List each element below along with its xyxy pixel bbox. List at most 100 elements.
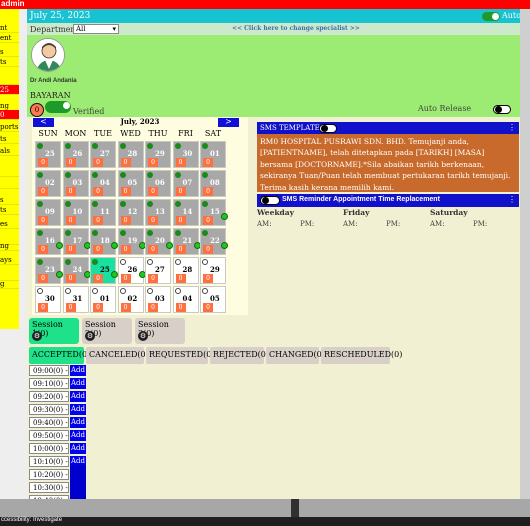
appointment-count-badge[interactable]: 0 (203, 216, 213, 225)
settings-icon[interactable]: ⚙ (85, 331, 95, 341)
appointment-count-badge[interactable]: 0 (175, 216, 186, 225)
calendar-day-cell[interactable]: 20 0 (145, 228, 173, 255)
appointment-count-badge[interactable]: 0 (65, 187, 76, 196)
calendar-day-cell[interactable]: 31 0 (62, 286, 89, 313)
calendar-day-cell[interactable]: 09 0 (35, 199, 61, 226)
sidebar-item[interactable]: nt (0, 23, 19, 33)
appointment-count-badge[interactable]: 0 (93, 158, 103, 167)
appointment-count-badge[interactable]: 0 (65, 216, 76, 225)
calendar-day-cell[interactable]: 08 0 (200, 170, 226, 197)
calendar-day-cell[interactable]: 30 0 (35, 286, 61, 313)
appointment-count-badge[interactable]: 0 (203, 158, 213, 167)
sidebar-item[interactable] (0, 75, 19, 85)
appointment-count-badge[interactable]: 0 (38, 216, 48, 225)
time-slot[interactable]: 09:00(0) -- (29, 365, 69, 385)
calendar-day-cell[interactable]: 30 0 (172, 141, 199, 168)
sidebar-item[interactable]: ts (0, 57, 19, 67)
sidebar-item[interactable] (0, 167, 19, 177)
add-button[interactable]: Add (70, 378, 86, 389)
appointment-count-badge[interactable]: 0 (175, 303, 186, 312)
appointment-count-badge[interactable]: 0 (65, 245, 76, 254)
page-scrollbar[interactable] (520, 9, 530, 499)
appointment-count-badge[interactable]: 0 (120, 158, 131, 167)
sms-template-text[interactable]: RM0 HOSPITAL PUSRAWI SDN. BHD. Temujanji… (257, 134, 519, 192)
session-tab[interactable]: Session 3(0)⚙ (135, 318, 185, 344)
calendar-day-cell[interactable]: 05 0 (117, 170, 144, 197)
verified-toggle[interactable] (45, 101, 71, 113)
status-tab[interactable]: CHANGED(0) (266, 347, 325, 364)
calendar-day-cell[interactable]: 28 0 (117, 141, 144, 168)
appointment-count-badge[interactable]: 0 (65, 158, 76, 167)
sidebar-item[interactable]: ts (0, 205, 19, 215)
appointment-count-badge[interactable]: 0 (175, 274, 186, 283)
appointment-count-badge[interactable]: 0 (65, 274, 76, 283)
time-slot[interactable]: 09:40(0) -- (29, 417, 69, 437)
calendar-day-cell[interactable]: 27 0 (145, 257, 171, 284)
appointment-count-badge[interactable]: 0 (148, 216, 158, 225)
auto-toggle[interactable] (482, 12, 500, 21)
calendar-day-cell[interactable]: 01 0 (200, 141, 226, 168)
appointment-count-badge[interactable]: 0 (148, 274, 158, 283)
calendar-day-cell[interactable]: 29 0 (145, 141, 171, 168)
calendar-day-cell[interactable]: 15 0 (200, 199, 228, 226)
next-month-button[interactable]: > (218, 118, 239, 127)
appointment-count-badge[interactable]: 0 (38, 158, 48, 167)
calendar-day-cell[interactable]: 03 0 (145, 286, 171, 313)
appointment-count-badge[interactable]: 0 (120, 274, 131, 283)
calendar-day-cell[interactable]: 04 0 (90, 170, 116, 197)
add-button[interactable]: Add (70, 417, 86, 428)
prev-month-button[interactable]: < (33, 118, 54, 127)
calendar-day-cell[interactable]: 17 0 (62, 228, 91, 255)
sidebar-item[interactable]: g (0, 279, 19, 289)
time-slot[interactable]: 09:30(0) -- (29, 404, 69, 424)
calendar-day-cell[interactable]: 25 0 (90, 257, 118, 284)
sidebar-item[interactable]: s (0, 47, 19, 57)
sidebar-item[interactable]: ports (0, 122, 19, 132)
calendar-day-cell[interactable]: 14 0 (172, 199, 199, 226)
appointment-count-badge[interactable]: 0 (120, 216, 131, 225)
appointment-count-badge[interactable]: 0 (148, 158, 158, 167)
sidebar-item[interactable]: 25 (0, 85, 19, 95)
appointment-count-badge[interactable]: 0 (175, 158, 186, 167)
appointment-count-badge[interactable]: 0 (120, 187, 131, 196)
sidebar-item[interactable]: als (0, 146, 19, 156)
session-tab[interactable]: Session 2(0)⚙ (82, 318, 132, 344)
appointment-count-badge[interactable]: 0 (93, 274, 103, 283)
time-slot[interactable]: 09:10(0) -- (29, 378, 69, 398)
change-specialist-link[interactable]: << Click here to change specialist >> (232, 25, 360, 32)
time-slot[interactable]: 10:10(0) -- (29, 456, 69, 476)
sidebar-item[interactable]: s (0, 195, 19, 205)
calendar-day-cell[interactable]: 12 0 (117, 199, 144, 226)
settings-icon[interactable]: ⚙ (32, 331, 42, 341)
appointment-count-badge[interactable]: 0 (120, 303, 131, 312)
appointment-count-badge[interactable]: 0 (38, 274, 48, 283)
appointment-count-badge[interactable]: 0 (148, 303, 158, 312)
sms-reminder-toggle[interactable] (260, 196, 280, 205)
calendar-day-cell[interactable]: 16 0 (35, 228, 63, 255)
add-button[interactable]: Add (70, 404, 86, 415)
appointment-count-badge[interactable]: 0 (38, 245, 48, 254)
calendar-day-cell[interactable]: 02 0 (35, 170, 61, 197)
time-slot[interactable]: 09:50(0) -- (29, 430, 69, 450)
calendar-day-cell[interactable]: 02 0 (117, 286, 144, 313)
calendar-day-cell[interactable]: 18 0 (90, 228, 118, 255)
status-tab[interactable]: RESCHEDULED(0) (321, 347, 402, 364)
sidebar-item[interactable]: ts (0, 134, 19, 144)
appointment-count-badge[interactable]: 0 (148, 187, 158, 196)
calendar-day-cell[interactable]: 10 0 (62, 199, 89, 226)
settings-icon[interactable]: ⚙ (138, 331, 148, 341)
status-tab[interactable]: REJECTED(0) (210, 347, 269, 364)
calendar-day-cell[interactable]: 22 0 (200, 228, 228, 255)
status-tab[interactable]: REQUESTED(0) (146, 347, 214, 364)
calendar-day-cell[interactable]: 21 0 (172, 228, 201, 255)
sidebar-item[interactable]: ng (0, 241, 19, 251)
calendar-day-cell[interactable]: 13 0 (145, 199, 171, 226)
calendar-day-cell[interactable]: 26 0 (62, 141, 89, 168)
sidebar-item[interactable]: ent (0, 33, 19, 43)
calendar-day-cell[interactable]: 27 0 (90, 141, 116, 168)
calendar-day-cell[interactable]: 25 0 (35, 141, 61, 168)
appointment-count-badge[interactable]: 0 (120, 245, 131, 254)
status-tab[interactable]: CANCELED(0) (86, 347, 149, 364)
add-button[interactable]: Add (70, 430, 86, 441)
sidebar-item[interactable]: 0 (0, 110, 19, 120)
